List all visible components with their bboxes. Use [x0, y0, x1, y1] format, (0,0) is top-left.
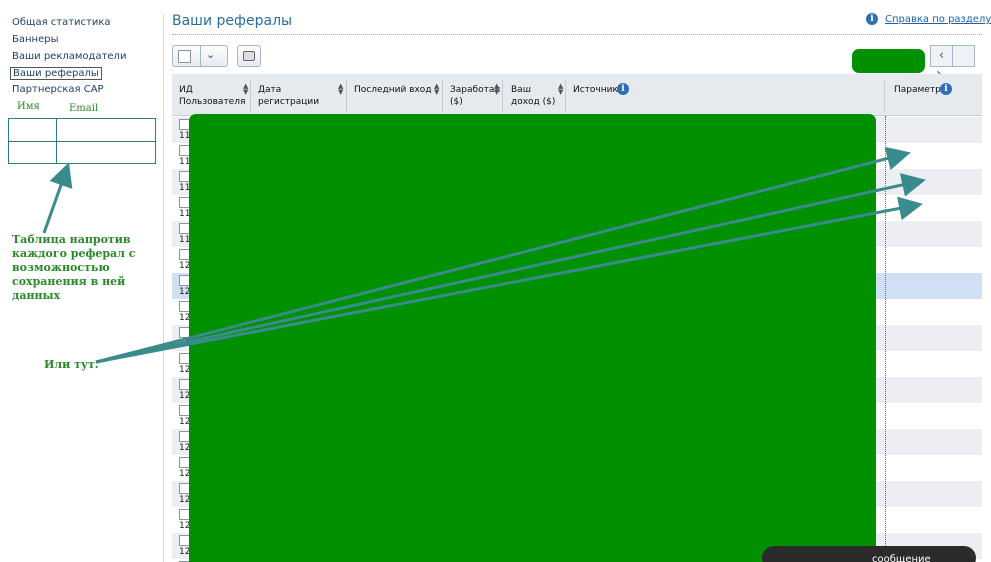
annotation-arrow-2	[95, 173, 926, 364]
annotation-arrows	[42, 146, 926, 364]
annotation-arrow-3	[95, 196, 923, 364]
annotation-arrow-1	[95, 146, 911, 364]
annotation-arrow-up	[42, 162, 73, 234]
